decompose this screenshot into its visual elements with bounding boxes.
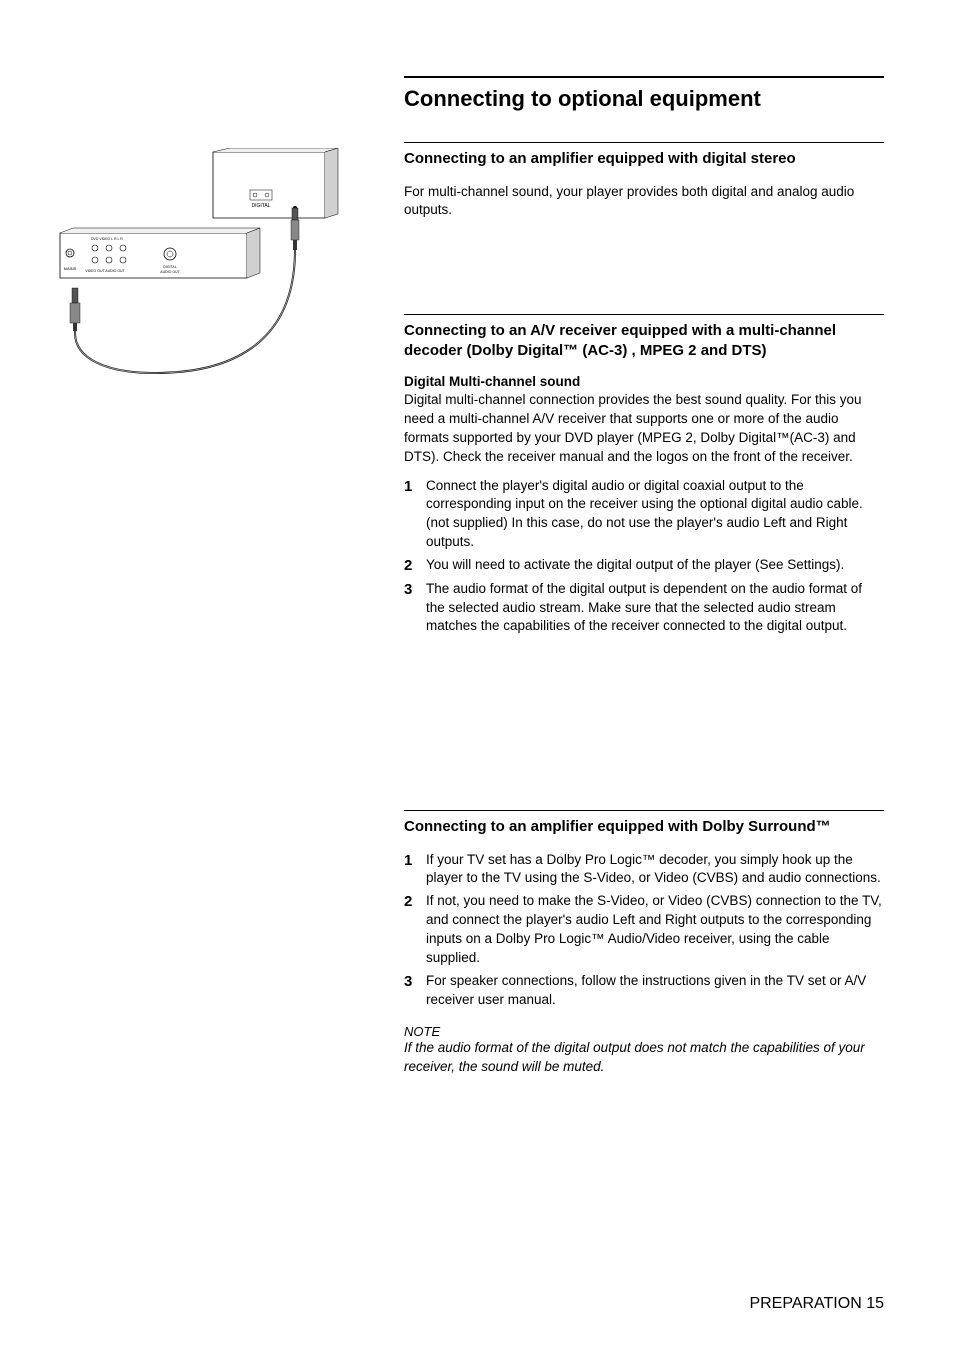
item-text: For speaker connections, follow the inst… xyxy=(426,972,884,1010)
svg-text:VIDEO OUT: VIDEO OUT xyxy=(85,269,105,273)
footer-page-number: 15 xyxy=(866,1295,884,1312)
section-heading: Connecting to an amplifier equipped with… xyxy=(404,142,884,169)
svg-text:DIGITAL: DIGITAL xyxy=(163,265,176,269)
list-item: 1 Connect the player's digital audio or … xyxy=(426,477,884,553)
note-text: If the audio format of the digital outpu… xyxy=(404,1039,884,1077)
svg-text:DVD VIDEO L R L R: DVD VIDEO L R L R xyxy=(91,237,123,241)
section-heading: Connecting to an amplifier equipped with… xyxy=(404,810,884,837)
list-item: 3 For speaker connections, follow the in… xyxy=(426,972,884,1010)
svg-text:MAINS: MAINS xyxy=(64,266,77,271)
note-label: NOTE xyxy=(404,1024,884,1039)
list-item: 2 If not, you need to make the S-Video, … xyxy=(426,892,884,968)
document-page: Connecting to optional equipment DIGITAL… xyxy=(0,0,954,1351)
item-text: If not, you need to make the S-Video, or… xyxy=(426,892,884,968)
page-title: Connecting to optional equipment xyxy=(404,76,884,112)
section-multichannel-decoder: Connecting to an A/V receiver equipped w… xyxy=(404,314,884,640)
list-item: 2 You will need to activate the digital … xyxy=(426,556,884,576)
sub-heading: Digital Multi-channel sound xyxy=(404,374,884,389)
item-number: 1 xyxy=(404,477,426,553)
footer-section-label: PREPARATION xyxy=(749,1295,861,1312)
list-item: 3 The audio format of the digital output… xyxy=(426,580,884,637)
item-number: 1 xyxy=(404,851,426,889)
numbered-list: 1 If your TV set has a Dolby Pro Logic™ … xyxy=(404,851,884,1010)
section-heading: Connecting to an A/V receiver equipped w… xyxy=(404,314,884,360)
item-text: If your TV set has a Dolby Pro Logic™ de… xyxy=(426,851,884,889)
body-text: Digital multi-channel connection provide… xyxy=(404,391,884,467)
item-number: 3 xyxy=(404,580,426,637)
section-digital-stereo: Connecting to an amplifier equipped with… xyxy=(404,142,884,230)
connection-diagram: DIGITAL MAINS DVD VIDEO L R L R VIDEO OU… xyxy=(55,148,340,398)
page-footer: PREPARATION 15 xyxy=(749,1295,884,1313)
section-dolby-surround: Connecting to an amplifier equipped with… xyxy=(404,810,884,1076)
numbered-list: 1 Connect the player's digital audio or … xyxy=(404,477,884,637)
item-number: 2 xyxy=(404,556,426,576)
body-text: For multi-channel sound, your player pro… xyxy=(404,183,884,221)
item-number: 3 xyxy=(404,972,426,1010)
item-text: Connect the player's digital audio or di… xyxy=(426,477,884,553)
list-item: 1 If your TV set has a Dolby Pro Logic™ … xyxy=(426,851,884,889)
item-text: The audio format of the digital output i… xyxy=(426,580,884,637)
svg-text:DIGITAL: DIGITAL xyxy=(251,203,270,209)
svg-text:AUDIO OUT: AUDIO OUT xyxy=(160,270,180,274)
item-number: 2 xyxy=(404,892,426,968)
svg-text:AUDIO OUT: AUDIO OUT xyxy=(105,269,125,273)
item-text: You will need to activate the digital ou… xyxy=(426,556,884,576)
